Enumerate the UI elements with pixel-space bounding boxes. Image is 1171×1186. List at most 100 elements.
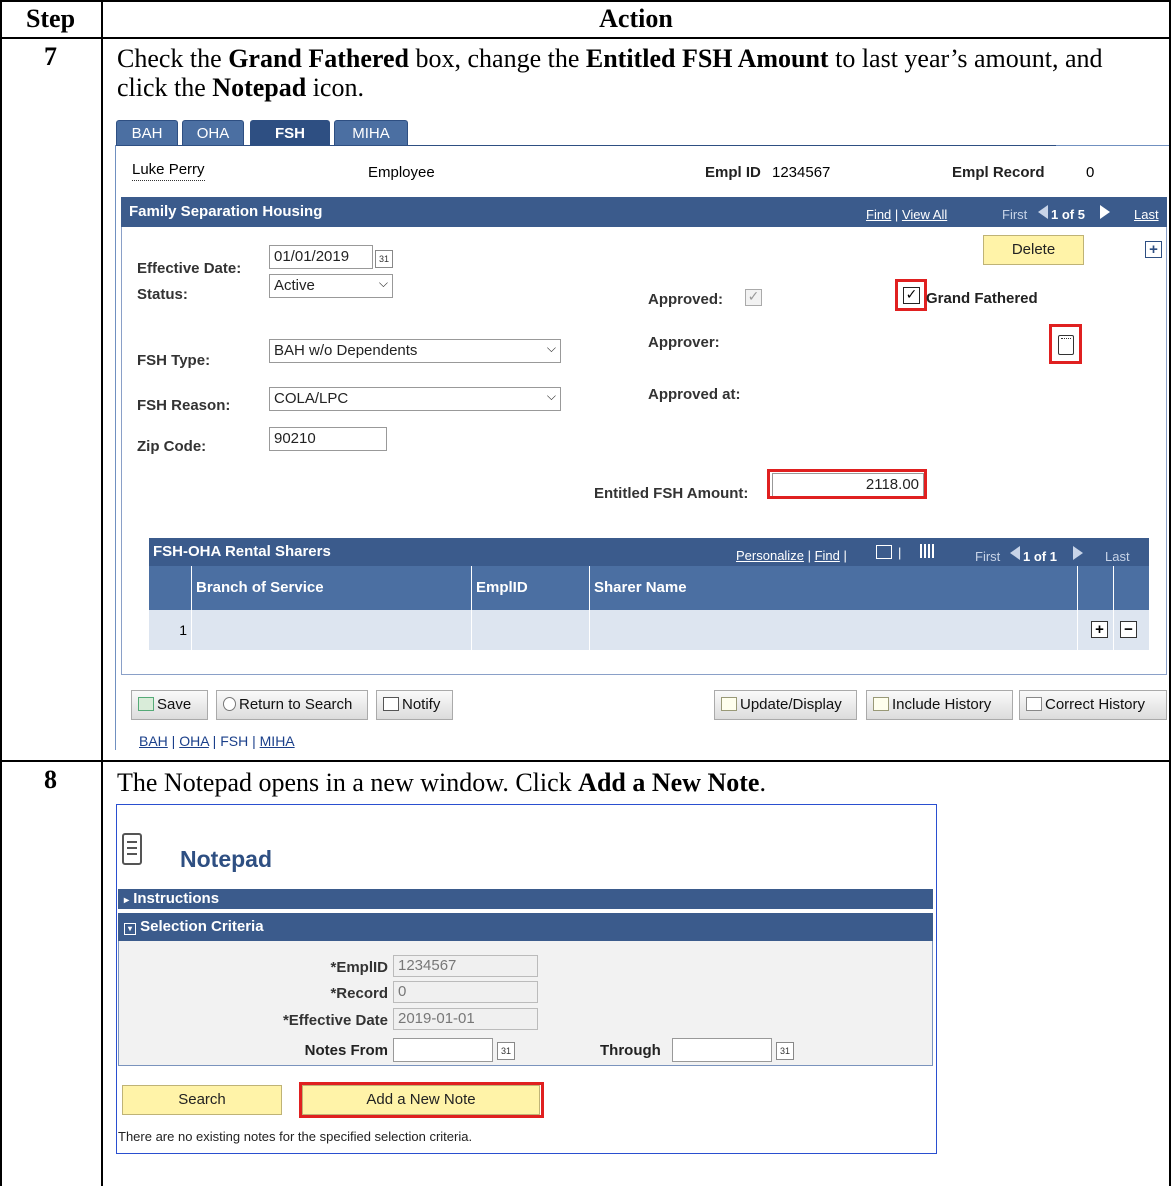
approved-at-label: Approved at: [648,386,741,403]
grid-find-link[interactable]: Find [815,548,840,563]
notepad-icon [122,833,142,865]
calendar-icon[interactable]: 31 [497,1042,515,1060]
approved-checkbox: ✓ [745,289,762,306]
effective-date-field[interactable]: 01/01/2019 [269,245,373,269]
grid-next-arrow-icon[interactable] [1073,546,1083,560]
calendar-icon[interactable]: 31 [375,250,393,268]
grid-cell-branch [191,610,471,650]
grand-fathered-label: Grand Fathered [926,290,1038,307]
add-row-icon[interactable]: + [1145,241,1162,258]
record-field: 0 [393,981,538,1003]
approver-label: Approver: [648,334,720,351]
grid-last-label: Last [1105,549,1130,564]
notepad-title: Notepad [180,846,272,872]
correct-history-icon [1026,697,1042,711]
caret-right-icon: ▸ [124,895,130,906]
grid-col-emplid: EmplID [471,566,589,610]
save-button[interactable]: Save [131,690,208,720]
prev-arrow-icon[interactable] [1038,205,1048,219]
grid-delete-row-icon[interactable]: − [1120,621,1137,638]
view-all-link[interactable]: View All [902,207,947,222]
highlight-grand-fathered [895,279,927,311]
status-label: Status: [137,286,188,303]
personalize-link[interactable]: Personalize [736,548,804,563]
collapse-icon: ▾ [124,923,136,935]
effective-date-label: *Effective Date [282,1012,388,1029]
notes-from-field[interactable] [393,1038,493,1062]
highlight-entitled-amount [767,469,927,499]
fsh-reason-select[interactable]: COLA/LPC ⌵ [269,387,561,411]
row-count: 1 of 5 [1051,207,1085,222]
notify-button[interactable]: Notify [376,690,453,720]
section-nav: Find | View All [866,207,948,222]
grid-first-label: First [975,549,1001,564]
chevron-down-icon: ⌵ [546,389,556,403]
tab-oha[interactable]: OHA [182,120,244,146]
tab-bah[interactable]: BAH [116,120,178,146]
zoom-icon[interactable] [876,545,892,559]
effective-date-field: 2019-01-01 [393,1008,538,1030]
emplid-field: 1234567 [393,955,538,977]
search-icon [223,697,236,711]
header-action: Action [599,4,673,33]
grid-prev-arrow-icon[interactable] [1010,546,1020,560]
emplid-label: *EmplID [330,959,388,976]
status-select[interactable]: Active ⌵ [269,274,393,298]
empl-record-label: Empl Record [952,164,1045,181]
delete-button[interactable]: Delete [983,235,1084,265]
notes-from-label: Notes From [304,1042,388,1059]
zip-code-field[interactable]: 90210 [269,427,387,451]
grid-col-rownum [149,566,191,610]
find-link[interactable]: Find [866,207,891,222]
bottom-tab-links: BAH | OHA | FSH | MIHA [139,733,295,749]
bottom-link-bah[interactable]: BAH [139,733,168,749]
section-title: Family Separation Housing [129,203,323,220]
bottom-link-fsh: FSH [220,733,249,749]
correct-history-button[interactable]: Correct History [1019,690,1167,720]
step-number: 7 [44,42,57,71]
grid-add-row-icon[interactable]: + [1091,621,1108,638]
fsh-type-label: FSH Type: [137,352,211,369]
grid-col-sharer: Sharer Name [589,566,1077,610]
include-history-button[interactable]: Include History [866,690,1013,720]
step-number: 8 [44,765,57,794]
effective-date-label: Effective Date: [137,260,242,277]
employee-role: Employee [368,164,435,181]
empl-id-label: Empl ID [705,164,761,181]
first-label: First [1002,207,1028,222]
grid-nav: Personalize | Find | [736,548,847,563]
save-icon [138,697,154,711]
instructions-bar[interactable]: ▸ Instructions [118,889,933,909]
tab-fsh[interactable]: FSH [250,120,330,146]
chevron-down-icon: ⌵ [378,276,388,290]
chevron-down-icon: ⌵ [546,341,556,355]
highlight-notepad-icon [1049,324,1082,364]
bottom-link-miha[interactable]: MIHA [260,733,295,749]
through-label: Through [600,1042,661,1059]
update-display-button[interactable]: Update/Display [714,690,857,720]
next-arrow-icon[interactable] [1100,205,1110,219]
through-field[interactable] [672,1038,772,1062]
update-display-icon [721,697,737,711]
no-notes-message: There are no existing notes for the spec… [118,1129,473,1144]
record-label: *Record [330,985,388,1002]
fsh-reason-label: FSH Reason: [137,397,231,414]
last-link[interactable]: Last [1134,207,1159,222]
calendar-icon[interactable]: 31 [776,1042,794,1060]
search-button[interactable]: Search [122,1085,282,1115]
tab-miha[interactable]: MIHA [334,120,408,146]
bottom-link-oha[interactable]: OHA [179,733,209,749]
grid-cell-emplid [471,610,589,650]
download-grid-icon[interactable] [920,544,934,558]
entitled-fsh-amount-label: Entitled FSH Amount: [594,485,749,502]
grid-cell-sharer [589,610,1077,650]
fsh-type-select[interactable]: BAH w/o Dependents ⌵ [269,339,561,363]
selection-criteria-bar[interactable]: ▾ Selection Criteria [118,913,933,941]
return-to-search-button[interactable]: Return to Search [216,690,368,720]
grid-col-branch: Branch of Service [191,566,471,610]
grid-row-count: 1 of 1 [1023,549,1057,564]
tab-underline [116,145,1056,146]
grid-row-number: 1 [149,610,191,650]
notify-icon [383,697,399,711]
include-history-icon [873,697,889,711]
